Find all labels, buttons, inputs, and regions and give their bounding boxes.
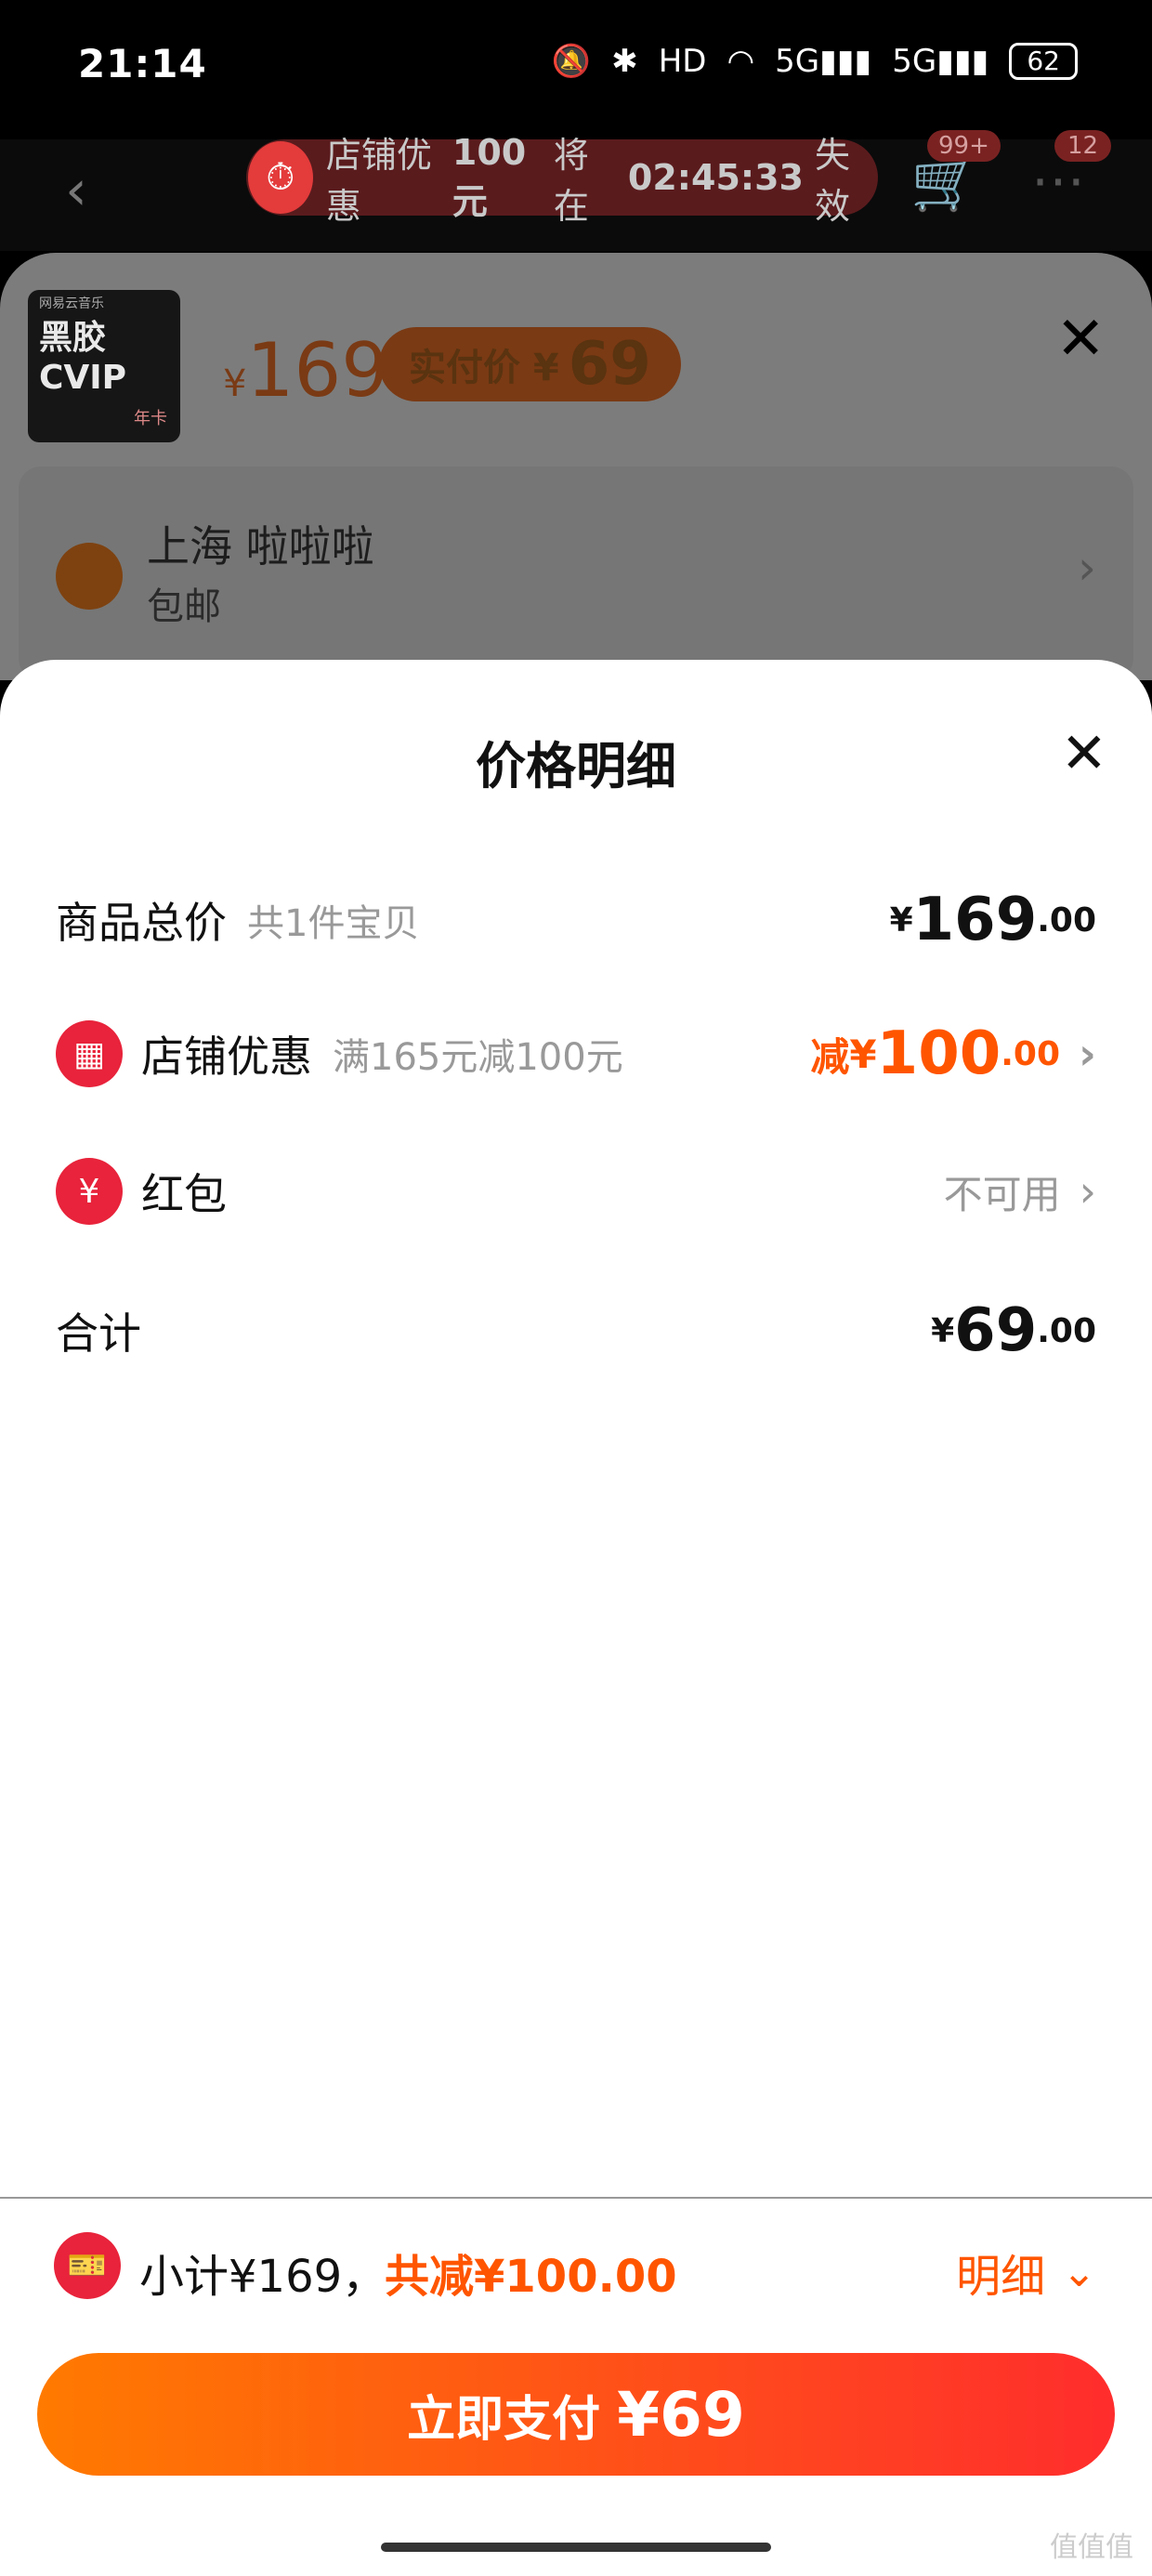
- more-badge: 12: [1054, 130, 1112, 162]
- currency-symbol: ¥: [849, 1031, 877, 1077]
- hd-icon: HD: [658, 43, 707, 80]
- pay-now-button[interactable]: 立即支付 ¥69: [37, 2353, 1115, 2476]
- home-indicator[interactable]: [381, 2543, 771, 2552]
- price-decimal: .00: [1037, 1311, 1096, 1350]
- discount-integer: 100: [876, 1019, 1001, 1088]
- store-discount-row[interactable]: ▦ 店铺优惠 满165元减100元 减 ¥100.00 ›: [56, 1017, 1096, 1091]
- coupon-countdown-banner: ⏱ 店铺优惠 100元 将在 02:45:33 失效: [246, 132, 878, 227]
- sku-price-value: 169: [246, 327, 389, 414]
- status-bar: 21:14 🔕 ✱ HD ◠ 5G▮▮▮ 5G▮▮▮ 62: [0, 0, 1152, 139]
- detail-label: 明细: [956, 2251, 1046, 2303]
- back-arrow-icon[interactable]: ‹: [65, 158, 87, 223]
- coupon-suffix: 失效: [814, 135, 850, 227]
- store-discount-value: 减 ¥100.00 ›: [810, 1019, 1096, 1088]
- battery-icon: 62: [1009, 43, 1078, 80]
- subtotal-text: 小计¥169，: [139, 2251, 387, 2303]
- real-price-value: 69: [568, 330, 651, 399]
- shipping-info: 包邮: [147, 585, 221, 628]
- store-discount-rule: 满165元减100元: [333, 1036, 623, 1079]
- currency-symbol: ¥: [889, 900, 913, 940]
- total-label: 合计: [56, 1308, 141, 1359]
- mute-icon: 🔕: [551, 43, 592, 80]
- address-name: 上海 啦啦啦: [147, 521, 374, 572]
- coupon-icon: 🎫: [54, 2232, 121, 2299]
- total-value: ¥69.00: [931, 1296, 1096, 1365]
- thumb-year: 年卡: [134, 409, 167, 428]
- countdown-time: 02:45:33: [627, 157, 804, 198]
- coupon-mid: 将在: [553, 135, 589, 227]
- price-integer: 169: [912, 886, 1038, 954]
- chevron-right-icon: ›: [1079, 1166, 1096, 1216]
- thumb-title: 黑胶CVIP: [39, 319, 127, 397]
- sku-price-symbol: ¥: [223, 362, 247, 405]
- discount-decimal: .00: [1001, 1034, 1061, 1073]
- red-packet-status: 不可用: [943, 1171, 1061, 1217]
- goods-count: 共1件宝贝: [247, 902, 420, 945]
- red-packet-icon: ¥: [56, 1158, 123, 1225]
- goods-total-row: 商品总价 共1件宝贝 ¥169.00: [56, 883, 1096, 957]
- store-icon: ▦: [56, 1020, 123, 1087]
- sku-sheet-background: 网易云音乐 黑胶CVIP 年卡 ¥169 实付价 ¥ 69 ✕ 上海 啦啦啦 包…: [0, 253, 1152, 680]
- location-pin-icon: [56, 543, 123, 610]
- cart-badge: 99+: [927, 130, 1001, 162]
- pay-label: 立即支付: [407, 2391, 601, 2448]
- red-packet-label: 红包: [141, 1169, 227, 1219]
- real-price-pill: 实付价 ¥ 69: [379, 327, 681, 401]
- close-icon[interactable]: ✕: [1061, 721, 1107, 786]
- checkout-footer: 🎫 小计¥169， 共减¥100.00 明细 ⌄ 立即支付 ¥69 值值值: [0, 2199, 1152, 2576]
- chevron-right-icon: ›: [1078, 541, 1096, 595]
- store-discount-label: 店铺优惠: [141, 1032, 312, 1082]
- status-time: 21:14: [78, 41, 207, 86]
- stopwatch-icon: ⏱: [248, 141, 313, 214]
- bluetooth-icon: ✱: [611, 43, 638, 80]
- price-decimal: .00: [1037, 900, 1096, 940]
- goods-total-label: 商品总价: [56, 898, 227, 948]
- coupon-prefix: 店铺优惠: [325, 135, 432, 227]
- address-card[interactable]: 上海 啦啦啦 包邮 ›: [19, 467, 1133, 680]
- currency-symbol: ¥: [931, 1311, 955, 1350]
- sku-price: ¥169: [223, 327, 388, 414]
- total-discount-text: 共减¥100.00: [385, 2251, 677, 2303]
- total-row: 合计 ¥69.00: [56, 1294, 1096, 1368]
- red-packet-row[interactable]: ¥ 红包 不可用 ›: [56, 1154, 1096, 1229]
- real-price-label: 实付价 ¥: [409, 347, 559, 389]
- detail-toggle[interactable]: 明细 ⌄: [956, 2240, 1096, 2305]
- coupon-amount: 100元: [452, 131, 527, 222]
- red-packet-value: 不可用 ›: [944, 1163, 1096, 1220]
- goods-total-value: ¥169.00: [890, 886, 1096, 954]
- product-top-bar: ‹ ⏱ 店铺优惠 100元 将在 02:45:33 失效 🛒 99+ ⋯ 12: [0, 130, 1152, 251]
- sheet-close-icon[interactable]: ✕: [1055, 305, 1106, 374]
- price-integer: 69: [954, 1296, 1038, 1365]
- watermark: 值值值: [1050, 2531, 1133, 2564]
- status-icons: 🔕 ✱ HD ◠ 5G▮▮▮ 5G▮▮▮ 62: [552, 43, 1078, 80]
- product-thumbnail: 网易云音乐 黑胶CVIP 年卡: [28, 290, 180, 442]
- panel-title: 价格明细: [476, 737, 676, 795]
- thumb-tag: 网易云音乐: [39, 296, 104, 311]
- chevron-down-icon: ⌄: [1062, 2248, 1096, 2296]
- pay-amount: ¥69: [617, 2378, 745, 2451]
- wifi-icon: ◠: [727, 43, 755, 80]
- signal-5g-icon: 5G▮▮▮: [775, 43, 872, 80]
- chevron-right-icon: ›: [1079, 1029, 1096, 1079]
- signal-5g-icon-2: 5G▮▮▮: [892, 43, 989, 80]
- discount-prefix: 减: [810, 1033, 850, 1080]
